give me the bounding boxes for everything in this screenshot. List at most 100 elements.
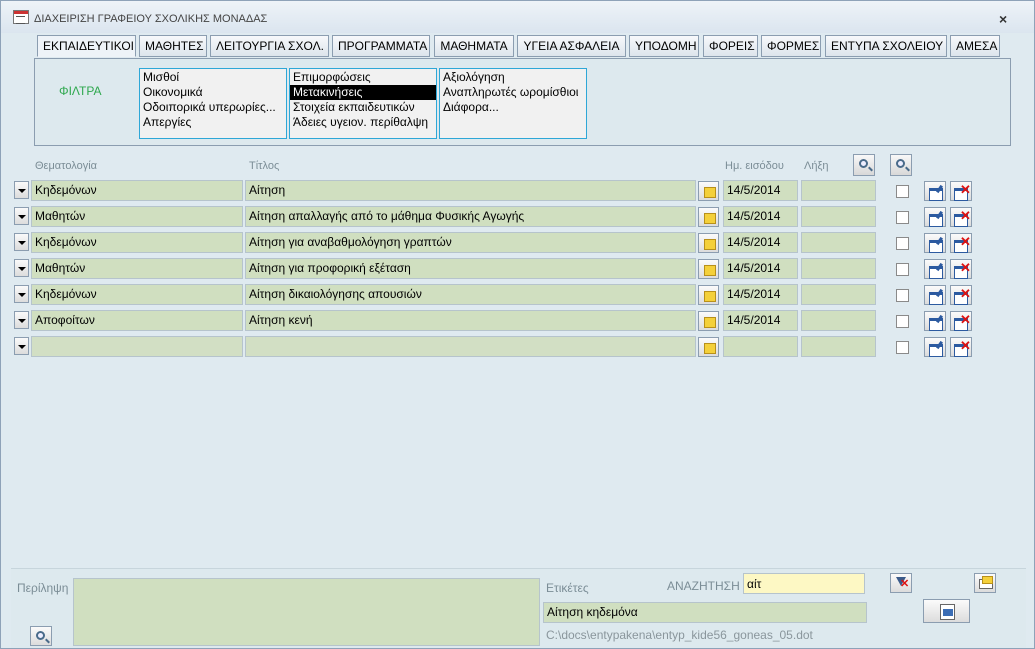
title-cell[interactable]: Αίτηση για προφορική εξέταση [245,258,696,279]
title-cell[interactable]: Αίτηση [245,180,696,201]
search-button[interactable] [890,154,912,176]
edit-document-button[interactable] [924,259,946,279]
topic-dropdown-button[interactable] [14,337,29,355]
expiry-cell[interactable] [801,232,876,253]
edit-document-button[interactable] [924,285,946,305]
summary-search-button[interactable] [30,626,52,646]
expiry-cell[interactable] [801,310,876,331]
topic-cell[interactable]: Κηδεμόνων [31,232,243,253]
note-button[interactable] [698,181,719,201]
filter-item[interactable]: Οικονομικά [140,85,286,100]
tab-mathimata[interactable]: ΜΑΘΗΜΑΤΑ [434,35,514,57]
row-checkbox[interactable] [896,211,909,224]
edit-document-button[interactable] [924,311,946,331]
filter-item[interactable]: Επιμορφώσεις [290,70,436,85]
entry-date-cell[interactable]: 14/5/2014 [723,258,798,279]
edit-document-button[interactable] [924,233,946,253]
filters-label: ΦΙΛΤΡΑ [59,84,102,98]
delete-document-button[interactable] [950,181,972,201]
search-expiry-button[interactable] [853,154,875,176]
tab-ekpaideutikoi[interactable]: ΕΚΠΑΙΔΕΥΤΙΚΟΙ [37,35,136,57]
delete-document-button[interactable] [950,285,972,305]
expiry-cell[interactable] [801,180,876,201]
expiry-cell[interactable] [801,336,876,357]
expiry-cell[interactable] [801,206,876,227]
entry-date-cell[interactable]: 14/5/2014 [723,180,798,201]
tab-programmata[interactable]: ΠΡΟΓΡΑΜΜΑΤΑ [332,35,430,57]
delete-document-button[interactable] [950,207,972,227]
filter-item[interactable]: Διάφορα... [440,100,586,115]
row-checkbox[interactable] [896,185,909,198]
tab-mathites[interactable]: ΜΑΘΗΤΕΣ [139,35,207,57]
delete-document-button[interactable] [950,233,972,253]
note-button[interactable] [698,259,719,279]
search-input[interactable] [743,573,865,594]
tab-leitourgia[interactable]: ΛΕΙΤΟΥΡΓΙΑ ΣΧΟΛ. [210,35,329,57]
entry-date-cell[interactable]: 14/5/2014 [723,232,798,253]
filter-item[interactable]: Οδοιπορικά υπερωρίες... [140,100,286,115]
note-button[interactable] [698,311,719,331]
delete-document-button[interactable] [950,311,972,331]
copy-button[interactable] [974,573,996,593]
row-checkbox[interactable] [896,315,909,328]
topic-cell[interactable]: Μαθητών [31,258,243,279]
filter-item[interactable]: Μισθοί [140,70,286,85]
topic-dropdown-button[interactable] [14,311,29,329]
topic-dropdown-button[interactable] [14,259,29,277]
entry-date-cell[interactable]: 14/5/2014 [723,284,798,305]
filter-item[interactable]: Αξιολόγηση [440,70,586,85]
summary-field[interactable] [73,578,540,646]
tab-amesa[interactable]: ΑΜΕΣΑ [950,35,1000,57]
filter-item[interactable]: Άδειες υγειον. περίθαλψη [290,115,436,130]
edit-document-button[interactable] [924,207,946,227]
topic-cell[interactable]: Αποφοίτων [31,310,243,331]
title-cell[interactable]: Αίτηση δικαιολόγησης απουσιών [245,284,696,305]
title-cell[interactable] [245,336,696,357]
topic-dropdown-button[interactable] [14,233,29,251]
row-checkbox[interactable] [896,263,909,276]
tab-ypodomi[interactable]: ΥΠΟΔΟΜΗ [629,35,699,57]
filter-list-training[interactable]: Επιμορφώσεις Μετακινήσεις Στοιχεία εκπαι… [289,68,437,139]
filter-list-payroll[interactable]: Μισθοί Οικονομικά Οδοιπορικά υπερωρίες..… [139,68,287,139]
topic-cell[interactable]: Μαθητών [31,206,243,227]
filter-list-evaluation[interactable]: Αξιολόγηση Αναπληρωτές ωρομίσθιοι Διάφορ… [439,68,587,139]
edit-document-button[interactable] [924,337,946,357]
topic-dropdown-button[interactable] [14,285,29,303]
edit-document-button[interactable] [924,181,946,201]
filter-item-selected[interactable]: Μετακινήσεις [290,85,436,100]
close-button[interactable]: × [999,11,1007,27]
filter-item[interactable]: Απεργίες [140,115,286,130]
filter-item[interactable]: Στοιχεία εκπαιδευτικών [290,100,436,115]
note-button[interactable] [698,337,719,357]
topic-dropdown-button[interactable] [14,207,29,225]
row-checkbox[interactable] [896,237,909,250]
tab-entypa[interactable]: ΕΝΤΥΠΑ ΣΧΟΛΕΙΟΥ [825,35,947,57]
expiry-cell[interactable] [801,258,876,279]
note-button[interactable] [698,285,719,305]
topic-cell[interactable] [31,336,243,357]
column-header-title: Τίτλος [249,160,280,172]
delete-document-button[interactable] [950,337,972,357]
topic-cell[interactable]: Κηδεμόνων [31,284,243,305]
note-button[interactable] [698,207,719,227]
topic-dropdown-button[interactable] [14,181,29,199]
tags-field[interactable]: Αίτηση κηδεμόνα [543,602,867,623]
title-cell[interactable]: Αίτηση για αναβαθμολόγηση γραπτών [245,232,696,253]
note-button[interactable] [698,233,719,253]
open-document-button[interactable] [923,599,970,623]
entry-date-cell[interactable]: 14/5/2014 [723,310,798,331]
filter-item[interactable]: Αναπληρωτές ωρομίσθιοι [440,85,586,100]
clear-search-button[interactable] [890,573,912,593]
tab-ygeia[interactable]: ΥΓΕΙΑ ΑΣΦΑΛΕΙΑ [517,35,626,57]
title-cell[interactable]: Αίτηση απαλλαγής από το μάθημα Φυσικής Α… [245,206,696,227]
tab-formes[interactable]: ΦΟΡΜΕΣ [761,35,821,57]
tab-foreis[interactable]: ΦΟΡΕΙΣ [703,35,758,57]
row-checkbox[interactable] [896,289,909,302]
topic-cell[interactable]: Κηδεμόνων [31,180,243,201]
title-cell[interactable]: Αίτηση κενή [245,310,696,331]
entry-date-cell[interactable] [723,336,798,357]
entry-date-cell[interactable]: 14/5/2014 [723,206,798,227]
delete-document-button[interactable] [950,259,972,279]
expiry-cell[interactable] [801,284,876,305]
row-checkbox[interactable] [896,341,909,354]
